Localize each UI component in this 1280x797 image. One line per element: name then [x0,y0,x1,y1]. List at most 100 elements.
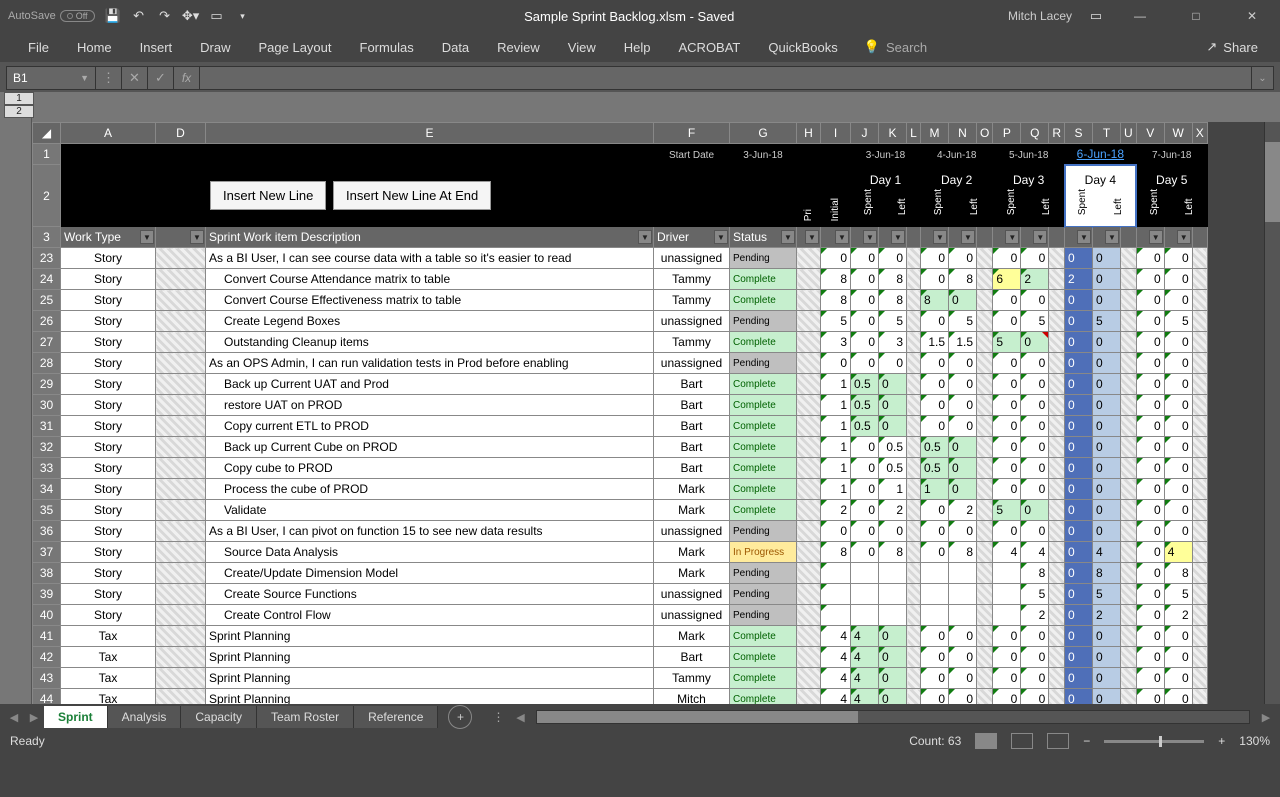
cell-spent[interactable] [851,605,879,626]
cell-pri[interactable] [797,332,821,353]
cell-left[interactable] [879,563,907,584]
row-header-2[interactable]: 2 [33,165,61,227]
cell-status[interactable]: Pending [730,584,797,605]
cell-left[interactable]: 2 [1164,605,1192,626]
view-page-layout-icon[interactable] [1011,733,1033,749]
cell-spent[interactable]: 0 [993,290,1021,311]
ribbon-tab-page-layout[interactable]: Page Layout [245,34,346,61]
cell-driver[interactable]: unassigned [654,311,730,332]
maximize-button[interactable]: □ [1176,2,1216,30]
cell-left[interactable]: 0 [879,668,907,689]
cell-left[interactable] [949,584,977,605]
row-header-44[interactable]: 44 [33,689,61,705]
cell-left[interactable]: 0 [1164,374,1192,395]
cell-spent[interactable]: 0.5 [851,395,879,416]
cell-initial[interactable]: 4 [821,689,851,705]
cell-initial[interactable]: 2 [821,500,851,521]
cell-left[interactable]: 0 [1021,668,1049,689]
name-box[interactable]: B1▼ [6,66,96,90]
cell-left[interactable]: 0 [1021,626,1049,647]
cell-spent[interactable]: 0 [1065,290,1093,311]
cell-initial[interactable]: 0 [821,521,851,542]
cell-spent[interactable]: 6 [993,269,1021,290]
cell-driver[interactable]: unassigned [654,584,730,605]
filter-dropdown-icon[interactable]: ▼ [1033,230,1047,244]
cell-left[interactable]: 0 [949,437,977,458]
cell-left[interactable]: 0 [1164,479,1192,500]
sheet-tab-capacity[interactable]: Capacity [181,706,257,728]
col-header-F[interactable]: F [654,123,730,144]
cell-spent[interactable]: 0 [1136,626,1164,647]
filter-dropdown-icon[interactable]: ▼ [1149,230,1163,244]
cell-spent[interactable]: 0 [993,353,1021,374]
cell-spent[interactable]: 0 [1136,332,1164,353]
cell-left[interactable]: 0 [879,689,907,705]
cell-driver[interactable]: Mark [654,500,730,521]
cell-pri[interactable] [797,584,821,605]
cell-initial[interactable]: 4 [821,647,851,668]
accept-formula-icon[interactable]: ✓ [148,66,174,90]
cell-initial[interactable]: 1 [821,479,851,500]
ribbon-search[interactable]: 💡Search [864,39,927,55]
cell-description[interactable]: Source Data Analysis [206,542,654,563]
cell-left[interactable]: 0 [1093,479,1121,500]
cell-left[interactable]: 0 [1164,248,1192,269]
row-header-35[interactable]: 35 [33,500,61,521]
cell-pri[interactable] [797,290,821,311]
cell-left[interactable]: 0 [1164,500,1192,521]
cell-status[interactable]: Complete [730,689,797,705]
cell-description[interactable]: Convert Course Effectiveness matrix to t… [206,290,654,311]
cell-spent[interactable]: 0 [1065,395,1093,416]
cell-spent[interactable]: 0 [1136,668,1164,689]
add-sheet-button[interactable]: + [448,705,472,729]
filter-dropdown-icon[interactable]: ▼ [863,230,877,244]
cell-spent[interactable]: 0 [1065,353,1093,374]
cell-spent[interactable]: 0 [921,647,949,668]
ribbon-tab-review[interactable]: Review [483,34,554,61]
header-status[interactable]: Status▼ [730,227,797,248]
cell-left[interactable]: 0 [1093,395,1121,416]
cell-initial[interactable]: 4 [821,626,851,647]
cell-spent[interactable]: 0.5 [921,458,949,479]
cell-spent[interactable]: 0 [1136,311,1164,332]
cell-spent[interactable]: 0 [993,668,1021,689]
cell-work-type[interactable]: Story [61,521,156,542]
cell-work-type[interactable]: Story [61,395,156,416]
cell-description[interactable]: Back up Current UAT and Prod [206,374,654,395]
ribbon-tab-file[interactable]: File [14,34,63,61]
cell-left[interactable]: 2 [949,500,977,521]
cell-left[interactable]: 5 [1093,584,1121,605]
insert-new-line-button[interactable]: Insert New Line [210,181,326,210]
row-header-34[interactable]: 34 [33,479,61,500]
col-header-E[interactable]: E [206,123,654,144]
ribbon-tab-data[interactable]: Data [428,34,483,61]
cell-initial[interactable]: 1 [821,416,851,437]
select-all-corner[interactable]: ◢ [33,123,61,144]
cell-id[interactable] [156,626,206,647]
redo-icon[interactable]: ↷ [157,8,173,24]
cell-spent[interactable]: 0 [851,437,879,458]
cell-spent[interactable]: 0 [1136,269,1164,290]
cell-left[interactable]: 0 [949,374,977,395]
cell-left[interactable]: 0 [1093,353,1121,374]
view-page-break-icon[interactable] [1047,733,1069,749]
row-header-33[interactable]: 33 [33,458,61,479]
cell-left[interactable]: 8 [879,542,907,563]
cell-left[interactable]: 5 [949,311,977,332]
cell-spent[interactable]: 0.5 [851,374,879,395]
cell-driver[interactable]: Tammy [654,668,730,689]
cell-left[interactable]: 0 [1021,290,1049,311]
cell-spent[interactable]: 4 [993,542,1021,563]
cell-initial[interactable]: 8 [821,290,851,311]
cell-spent[interactable]: 0 [1136,647,1164,668]
cell-pri[interactable] [797,479,821,500]
cell-description[interactable]: As a BI User, I can see course data with… [206,248,654,269]
cell-description[interactable]: Copy cube to PROD [206,458,654,479]
cell-status[interactable]: Pending [730,605,797,626]
cell-spent[interactable]: 0 [1065,248,1093,269]
cell-spent[interactable] [921,584,949,605]
ribbon-tab-quickbooks[interactable]: QuickBooks [754,34,851,61]
user-name[interactable]: Mitch Lacey [1008,9,1072,23]
cell-id[interactable] [156,269,206,290]
cell-driver[interactable]: Mark [654,542,730,563]
